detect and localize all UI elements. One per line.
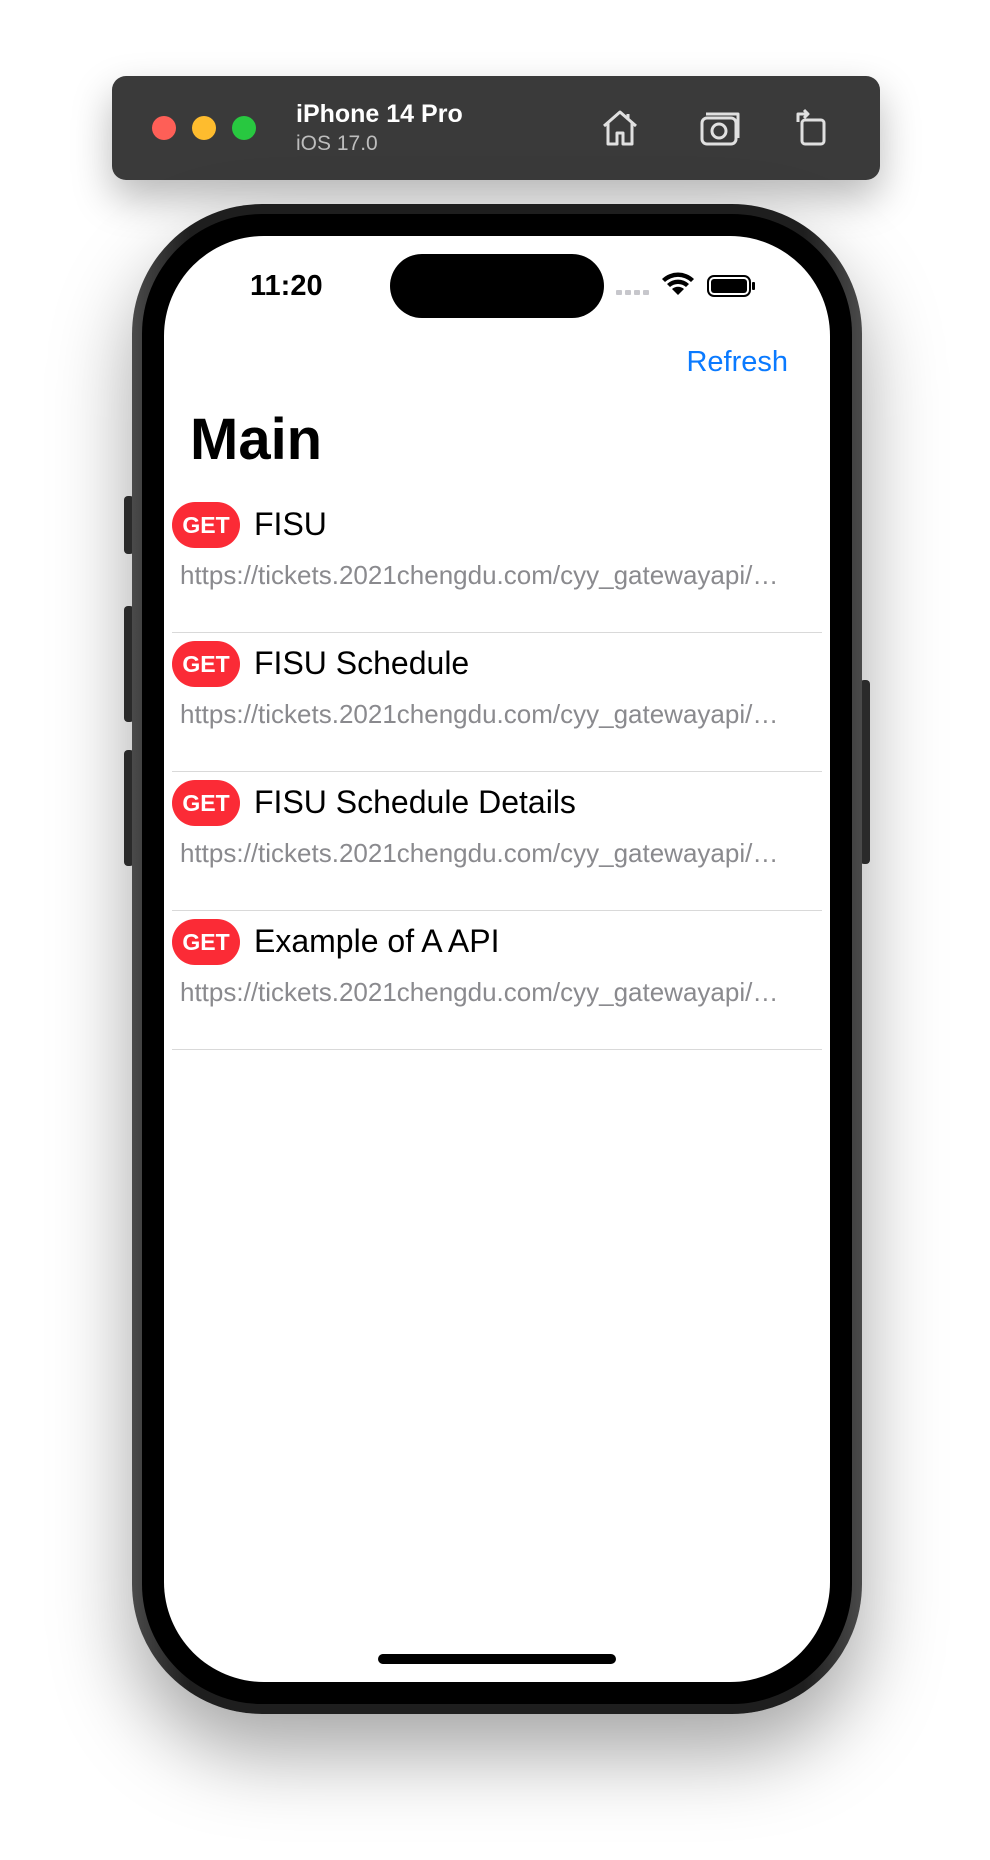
request-list: GET FISU https://tickets.2021chengdu.com… bbox=[172, 494, 822, 1050]
request-name: FISU Schedule Details bbox=[254, 784, 576, 820]
request-name: Example of A API bbox=[254, 923, 500, 959]
list-item[interactable]: GET FISU Schedule https://tickets.2021ch… bbox=[172, 633, 822, 772]
method-badge: GET bbox=[172, 641, 240, 687]
refresh-button[interactable]: Refresh bbox=[686, 346, 788, 379]
wifi-icon bbox=[662, 272, 694, 295]
list-item[interactable]: GET Example of A API https://tickets.202… bbox=[172, 911, 822, 1050]
status-icons bbox=[616, 272, 776, 302]
home-icon[interactable] bbox=[596, 104, 644, 152]
home-indicator[interactable] bbox=[378, 1654, 616, 1664]
battery-icon bbox=[707, 275, 755, 297]
request-url: https://tickets.2021chengdu.com/cyy_gate… bbox=[180, 699, 779, 729]
status-time: 11:20 bbox=[250, 270, 323, 302]
minimize-window-button[interactable] bbox=[192, 116, 216, 140]
close-window-button[interactable] bbox=[152, 116, 176, 140]
cellular-icon bbox=[616, 290, 649, 295]
method-badge: GET bbox=[172, 919, 240, 965]
dynamic-island bbox=[390, 254, 604, 318]
request-url: https://tickets.2021chengdu.com/cyy_gate… bbox=[180, 977, 779, 1007]
method-badge: GET bbox=[172, 780, 240, 826]
list-item[interactable]: GET FISU https://tickets.2021chengdu.com… bbox=[172, 494, 822, 633]
device-name: iPhone 14 Pro bbox=[296, 100, 463, 128]
method-badge: GET bbox=[172, 502, 240, 548]
phone-screen: 11:20 Refresh Main GET FISU https://tick… bbox=[164, 236, 830, 1682]
request-url: https://tickets.2021chengdu.com/cyy_gate… bbox=[180, 560, 779, 590]
page-title: Main bbox=[190, 407, 323, 472]
os-version: iOS 17.0 bbox=[296, 132, 378, 155]
rotate-icon[interactable] bbox=[788, 104, 836, 152]
screenshot-icon[interactable] bbox=[696, 104, 744, 152]
request-name: FISU bbox=[254, 506, 327, 542]
request-name: FISU Schedule bbox=[254, 645, 470, 681]
request-url: https://tickets.2021chengdu.com/cyy_gate… bbox=[180, 838, 779, 868]
simulator-toolbar: iPhone 14 Pro iOS 17.0 bbox=[112, 76, 880, 180]
zoom-window-button[interactable] bbox=[232, 116, 256, 140]
list-item[interactable]: GET FISU Schedule Details https://ticket… bbox=[172, 772, 822, 911]
